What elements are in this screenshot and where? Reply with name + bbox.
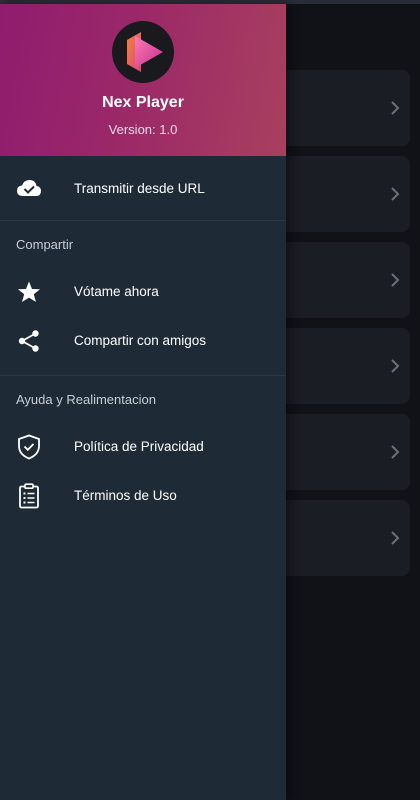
app-name: Nex Player: [102, 94, 184, 111]
menu-item-stream-url[interactable]: Transmitir desde URL: [0, 156, 286, 220]
menu-item-privacy-policy[interactable]: Política de Privacidad: [0, 422, 286, 471]
menu-item-share-friends[interactable]: Compartir con amigos: [0, 316, 286, 365]
chevron-right-icon: [391, 101, 400, 115]
share-icon: [16, 328, 42, 354]
chevron-right-icon: [391, 531, 400, 545]
clipboard-list-icon: [16, 482, 42, 509]
chevron-right-icon: [391, 445, 400, 459]
shield-check-icon: [16, 434, 42, 460]
navigation-drawer: Nex Player Version: 1.0 Transmitir desde…: [0, 4, 286, 800]
app-logo: [112, 21, 174, 83]
section-title-share: Compartir: [16, 236, 74, 252]
section-title-help: Ayuda y Realimentacion: [16, 391, 156, 407]
menu-item-label: Transmitir desde URL: [74, 180, 205, 196]
app-version: Version: 1.0: [108, 122, 178, 137]
cloud-check-icon: [16, 175, 42, 201]
menu-item-label: Compartir con amigos: [74, 333, 207, 348]
menu-item-label: Términos de Uso: [74, 488, 177, 503]
chevron-right-icon: [391, 187, 400, 201]
star-icon: [16, 279, 42, 305]
chevron-right-icon: [391, 359, 400, 373]
chevron-right-icon: [391, 273, 400, 287]
drawer-header: Nex Player Version: 1.0: [0, 4, 286, 156]
menu-item-rate[interactable]: Vótame ahora: [0, 267, 286, 316]
menu-item-label: Vótame ahora: [74, 284, 159, 299]
menu-item-label: Política de Privacidad: [74, 439, 204, 454]
menu-item-terms-of-use[interactable]: Términos de Uso: [0, 471, 286, 520]
